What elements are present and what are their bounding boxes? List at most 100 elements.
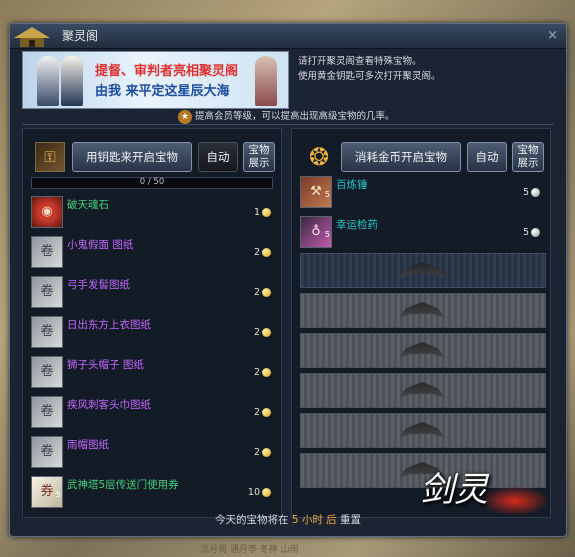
key-item-row[interactable]: 卷日出东方上衣图纸 2 [31,313,271,351]
item-cost-value: 2 [253,287,260,298]
gold-coin-icon [262,208,271,217]
item-cost: 1 [254,207,271,218]
silver-coin-icon [531,228,540,237]
key-progress-bar: 0 / 50 [31,177,273,189]
notice-line-1: 请打开聚灵阁查看特殊宝物。 [298,56,422,67]
item-cost-value: 2 [253,447,260,458]
key-item-row[interactable]: 卷狮子头帽子 图纸 2 [31,353,271,391]
gold-coin-icon [262,288,271,297]
item-cost-value: 10 [247,487,260,498]
banner-line-2: 由我 来平定这星辰大海 [95,84,230,99]
vip-star-icon: ★ [178,109,192,124]
scroll-icon[interactable]: 卷 [31,356,63,388]
key-item-row[interactable]: ◉ 破天魂石 1 [31,193,271,231]
red-orb-icon[interactable]: ◉ [31,196,63,228]
pavilion-roof-icon [399,302,445,318]
item-name: 百炼锤 [336,179,368,191]
gold-item-row[interactable]: ⚒ 5 百炼锤 5 [300,173,540,211]
gold-item-row[interactable]: ♁ 5 幸运检药 5 [300,213,540,251]
showcase-gold-button[interactable]: 宝物 展示 [512,142,544,172]
treasure-window: 聚灵阁 × 提督、审判者亮相聚灵阁 由我 来平定这星辰大海 请打开聚灵阁查看特殊… [9,23,567,537]
gold-coin-icon [262,368,271,377]
pavilion-logo-icon [14,27,50,47]
item-cost-value: 2 [253,367,260,378]
key-item-row[interactable]: 卷小鬼假面 图纸 2 [31,233,271,271]
scroll-icon[interactable]: 卷 [31,316,63,348]
key-item-row[interactable]: 券 5 武神塔5层传送门使用券 10 [31,473,271,511]
gold-coin-icon [262,488,271,497]
item-cost: 10 [248,487,271,498]
silver-coin-icon [531,188,540,197]
item-stack-count: 5 [324,230,330,239]
item-name: 小鬼假面 图纸 [67,239,134,251]
item-cost-value: 2 [253,247,260,258]
showcase-key-label-2: 展示 [248,157,270,169]
hammer-icon[interactable]: ⚒ 5 [300,176,332,208]
auto-gold-button[interactable]: 自动 [467,142,507,172]
ticket-icon[interactable]: 券5 [31,476,63,508]
pavilion-roof-icon [399,422,445,438]
key-item-row[interactable]: 卷雨帽图纸 2 [31,433,271,471]
item-stack-count: 5 [55,490,61,499]
auto-key-button[interactable]: 自动 [198,142,238,172]
key-item-row[interactable]: 卷疾风刺客头巾图纸 2 [31,393,271,431]
item-stack-count: 5 [324,190,330,199]
item-cost-value: 5 [522,227,529,238]
item-name: 武神塔5层传送门使用券 [67,479,179,491]
taskbar-labels: 流月阁 通月亭 冬神 山雨 [200,545,299,555]
reset-prefix: 今天的宝物将在 [214,514,289,526]
item-cost: 2 [254,247,271,258]
item-name: 雨帽图纸 [67,439,109,451]
key-panel: ⚿ 用钥匙来开启宝物 自动 宝物 展示 0 / 50 ◉ 破天魂石 1 卷小鬼假面 图… [22,128,282,518]
scroll-icon[interactable]: 卷 [31,436,63,468]
vip-hint-text: 提高会员等级，可以提高出现高级宝物的几率。 [195,111,395,122]
open-with-gold-button[interactable]: 消耗金币开启宝物 [341,142,461,172]
gold-panel: ❂ 消耗金币开启宝物 自动 宝物 展示 ⚒ 5 百炼锤 5 ♁ 5 幸运检药 5 [291,128,551,518]
vip-hint: ★ 提高会员等级，可以提高出现高级宝物的几率。 [178,108,395,124]
item-name: 破天魂石 [67,199,109,211]
notice-text: 请打开聚灵阁查看特殊宝物。 使用黄金钥匙可多次打开聚灵阁。 [298,54,558,84]
key-item-row[interactable]: 卷弓手发髻图纸 2 [31,273,271,311]
item-cost-value: 1 [253,207,260,218]
item-name: 日出东方上衣图纸 [67,319,151,331]
showcase-key-label-1: 宝物 [248,144,270,156]
coin-pouch-icon: ❂ [308,143,330,171]
item-name: 疾风刺客头巾图纸 [67,399,151,411]
item-cost: 2 [254,407,271,418]
gold-coin-icon [262,328,271,337]
close-icon[interactable]: × [547,28,558,43]
title-bar[interactable]: 聚灵阁 × [10,24,566,49]
banner-figure-right [255,56,277,106]
item-cost: 5 [523,187,540,198]
gold-coin-icon [262,408,271,417]
showcase-gold-label-1: 宝物 [517,144,539,156]
open-with-key-button[interactable]: 用钥匙来开启宝物 [72,142,192,172]
showcase-key-button[interactable]: 宝物 展示 [243,142,275,172]
divider [22,124,554,125]
item-cost: 2 [254,367,271,378]
watermark-flame [480,486,550,516]
gold-coin-icon [262,448,271,457]
scroll-icon[interactable]: 卷 [31,396,63,428]
event-banner[interactable]: 提督、审判者亮相聚灵阁 由我 来平定这星辰大海 [22,51,289,109]
notice-line-2: 使用黄金钥匙可多次打开聚灵阁。 [298,71,441,82]
empty-treasure-slot [300,293,546,328]
pavilion-roof-icon [399,382,445,398]
reset-suffix: 重置 [340,514,362,526]
item-cost-value: 5 [522,187,529,198]
item-name: 幸运检药 [336,219,378,231]
pavilion-roof-icon [399,342,445,358]
empty-treasure-slot [300,333,546,368]
scroll-icon[interactable]: 卷 [31,276,63,308]
item-name: 狮子头帽子 图纸 [67,359,144,371]
item-cost-value: 2 [253,327,260,338]
banner-figure-officer [61,56,83,106]
empty-treasure-slot [300,253,546,288]
potion-icon[interactable]: ♁ 5 [300,216,332,248]
banner-figure-admiral [37,56,59,106]
window-title: 聚灵阁 [62,29,99,43]
pavilion-roof-icon [399,262,445,278]
item-cost: 2 [254,327,271,338]
scroll-icon[interactable]: 卷 [31,236,63,268]
banner-line-1: 提督、审判者亮相聚灵阁 [95,64,239,79]
